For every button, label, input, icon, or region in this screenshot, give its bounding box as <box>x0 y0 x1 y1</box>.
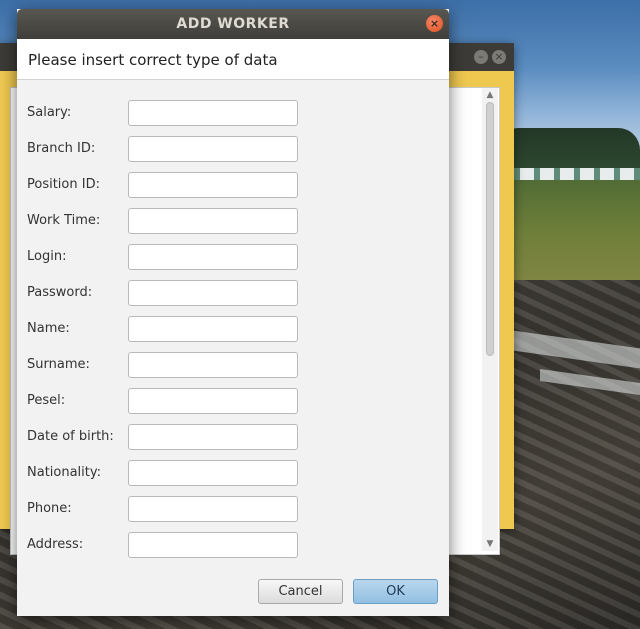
dialog-title: ADD WORKER <box>176 16 290 32</box>
surname-label: Surname: <box>27 357 90 372</box>
name-field[interactable] <box>128 316 298 342</box>
date-of-birth-field[interactable] <box>128 424 298 450</box>
salary-label: Salary: <box>27 105 72 120</box>
surname-field[interactable] <box>128 352 298 378</box>
form-row-name: Name: <box>17 316 449 342</box>
branch-id-field[interactable] <box>128 136 298 162</box>
form-row-login: Login: <box>17 244 449 270</box>
pesel-field[interactable] <box>128 388 298 414</box>
position-id-field[interactable] <box>128 172 298 198</box>
parent-close-icon[interactable]: × <box>492 50 506 64</box>
name-label: Name: <box>27 321 70 336</box>
form-row-date-of-birth: Date of birth: <box>17 424 449 450</box>
form-row-password: Password: <box>17 280 449 306</box>
password-field[interactable] <box>128 280 298 306</box>
form-row-work-time: Work Time: <box>17 208 449 234</box>
ok-button[interactable]: OK <box>353 579 438 604</box>
address-field[interactable] <box>128 532 298 558</box>
form-row-salary: Salary: <box>17 100 449 126</box>
form-row-branch-id: Branch ID: <box>17 136 449 162</box>
form-row-surname: Surname: <box>17 352 449 378</box>
dialog-titlebar[interactable]: ADD WORKER × <box>17 9 449 39</box>
pesel-label: Pesel: <box>27 393 66 408</box>
work-time-field[interactable] <box>128 208 298 234</box>
form-row-pesel: Pesel: <box>17 388 449 414</box>
form-row-position-id: Position ID: <box>17 172 449 198</box>
form-row-phone: Phone: <box>17 496 449 522</box>
header-text: Please insert correct type of data <box>28 51 278 69</box>
scroll-up-icon[interactable]: ▲ <box>482 88 498 102</box>
scrollbar-thumb[interactable] <box>486 102 494 356</box>
wallpaper-barrier <box>500 168 640 180</box>
form-row-address: Address: <box>17 532 449 558</box>
login-label: Login: <box>27 249 67 264</box>
phone-label: Phone: <box>27 501 72 516</box>
branch-id-label: Branch ID: <box>27 141 96 156</box>
address-label: Address: <box>27 537 84 552</box>
close-icon[interactable]: × <box>426 15 443 32</box>
position-id-label: Position ID: <box>27 177 100 192</box>
vertical-scrollbar[interactable]: ▲ ▼ <box>482 88 498 551</box>
nationality-label: Nationality: <box>27 465 102 480</box>
add-worker-dialog: ADD WORKER × Please insert correct type … <box>17 9 449 616</box>
date-of-birth-label: Date of birth: <box>27 429 114 444</box>
salary-field[interactable] <box>128 100 298 126</box>
phone-field[interactable] <box>128 496 298 522</box>
parent-minimize-icon[interactable]: – <box>474 50 488 64</box>
work-time-label: Work Time: <box>27 213 101 228</box>
password-label: Password: <box>27 285 93 300</box>
form-row-nationality: Nationality: <box>17 460 449 486</box>
scroll-down-icon[interactable]: ▼ <box>482 537 498 551</box>
nationality-field[interactable] <box>128 460 298 486</box>
cancel-button[interactable]: Cancel <box>258 579 343 604</box>
login-field[interactable] <box>128 244 298 270</box>
dialog-header: Please insert correct type of data <box>17 39 449 80</box>
